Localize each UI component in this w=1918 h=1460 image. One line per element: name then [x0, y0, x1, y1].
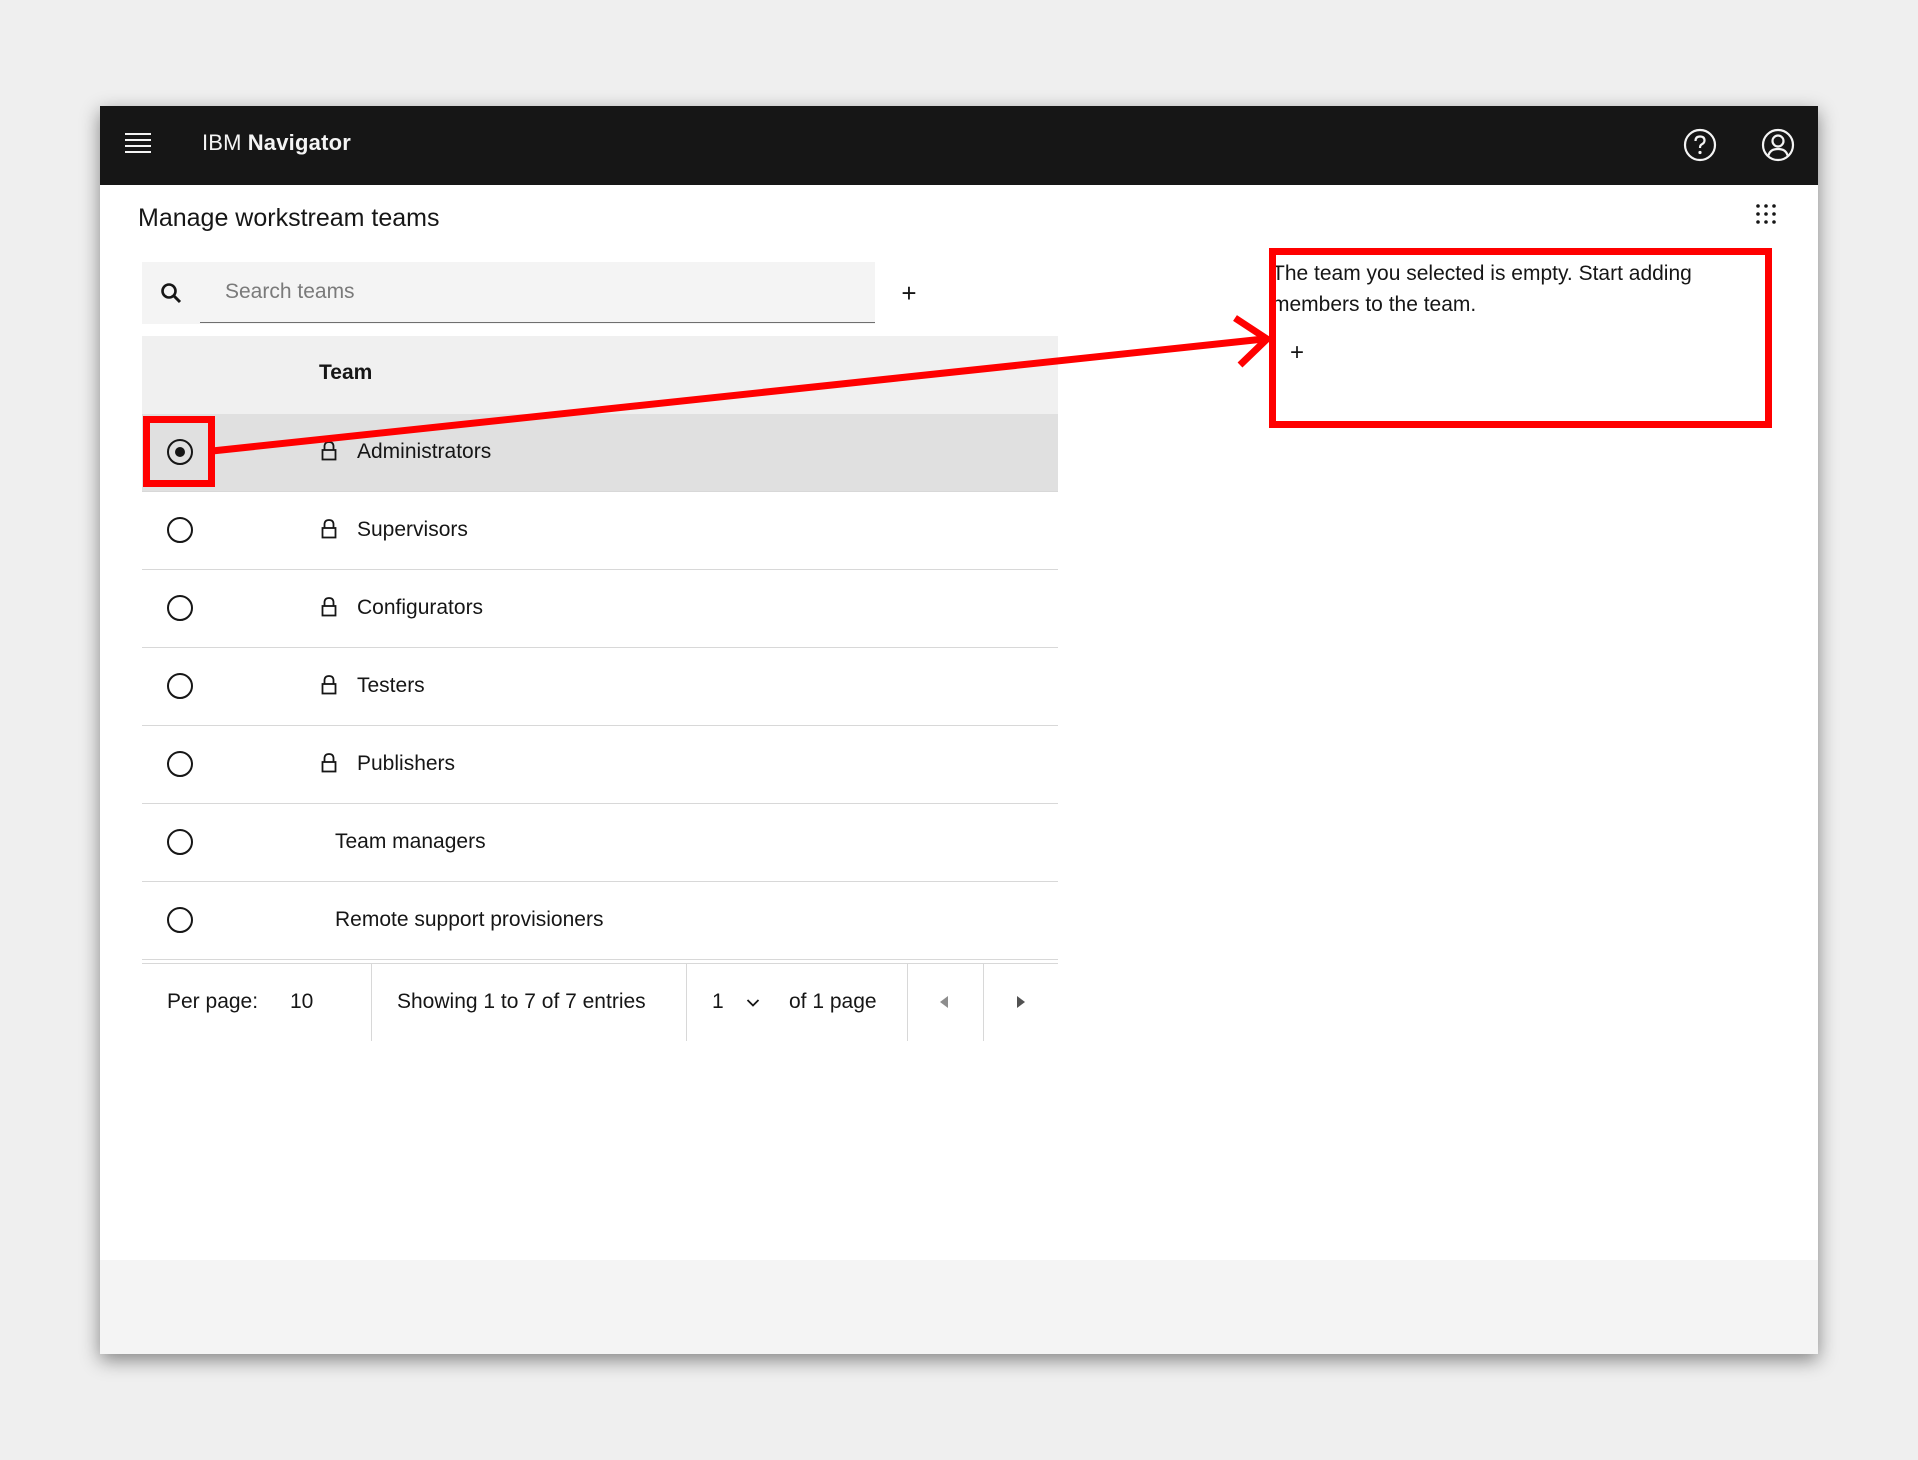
row-radio-button[interactable]: [167, 517, 193, 543]
teams-table: Team Administrators Supervisors Configur…: [142, 336, 1058, 960]
page-select-section: 1 of 1 page: [686, 964, 908, 1041]
entries-info: Showing 1 to 7 of 7 entries: [371, 964, 687, 1041]
lock-icon: [321, 519, 337, 539]
annotation-highlight-radio: [143, 416, 215, 487]
lock-icon: [321, 441, 337, 461]
user-avatar-icon[interactable]: [1761, 128, 1795, 162]
row-radio-button[interactable]: [167, 751, 193, 777]
per-page-select[interactable]: 10: [290, 990, 313, 1014]
table-row[interactable]: Testers: [142, 648, 1058, 726]
hamburger-menu-icon[interactable]: [125, 133, 151, 157]
row-radio-button[interactable]: [167, 673, 193, 699]
caret-right-icon: [1017, 996, 1025, 1008]
pagination-bar: Per page: 10 Showing 1 to 7 of 7 entries…: [142, 963, 1058, 1041]
product-brand: IBM Navigator: [202, 130, 351, 156]
annotation-highlight-empty-state: [1269, 248, 1772, 428]
page-number-select[interactable]: 1: [712, 990, 724, 1014]
column-header-team: Team: [319, 361, 373, 384]
top-navigation-bar: IBM Navigator: [100, 106, 1818, 185]
row-radio-button[interactable]: [167, 907, 193, 933]
add-team-button[interactable]: +: [890, 274, 928, 312]
row-team-name: Publishers: [357, 752, 456, 775]
brand-name: Navigator: [247, 130, 351, 155]
row-team-name: Administrators: [357, 440, 492, 463]
previous-page-button[interactable]: [907, 964, 984, 1041]
row-radio-button[interactable]: [167, 829, 193, 855]
table-row[interactable]: Publishers: [142, 726, 1058, 804]
table-row[interactable]: Supervisors: [142, 492, 1058, 570]
lock-icon: [321, 675, 337, 695]
app-switcher-grid-icon[interactable]: [1754, 202, 1778, 226]
table-row[interactable]: Configurators: [142, 570, 1058, 648]
row-team-name: Remote support provisioners: [335, 908, 604, 931]
help-icon[interactable]: [1683, 128, 1717, 162]
showing-entries-text: Showing 1 to 7 of 7 entries: [397, 990, 646, 1013]
per-page-label: Per page:: [167, 990, 259, 1013]
search-icon: [142, 262, 200, 324]
row-team-name: Configurators: [357, 596, 484, 619]
lock-icon: [321, 597, 337, 617]
lock-icon: [321, 753, 337, 773]
row-team-name: Team managers: [335, 830, 486, 853]
caret-left-icon: [940, 996, 948, 1008]
brand-prefix: IBM: [202, 130, 242, 155]
search-bar: [142, 262, 875, 324]
per-page-section: Per page: 10: [142, 964, 372, 1041]
chevron-down-icon[interactable]: [746, 998, 760, 1008]
next-page-button[interactable]: [984, 964, 1060, 1041]
footer-bar: [100, 1260, 1818, 1354]
table-row[interactable]: Remote support provisioners: [142, 882, 1058, 960]
search-input[interactable]: [200, 262, 875, 323]
row-team-name: Testers: [357, 674, 425, 697]
of-pages-text: of 1 page: [789, 990, 877, 1013]
row-radio-button[interactable]: [167, 595, 193, 621]
table-header: Team: [142, 336, 1058, 414]
table-row[interactable]: Administrators: [142, 414, 1058, 492]
page-title: Manage workstream teams: [138, 204, 440, 232]
row-team-name: Supervisors: [357, 518, 468, 541]
table-row[interactable]: Team managers: [142, 804, 1058, 882]
